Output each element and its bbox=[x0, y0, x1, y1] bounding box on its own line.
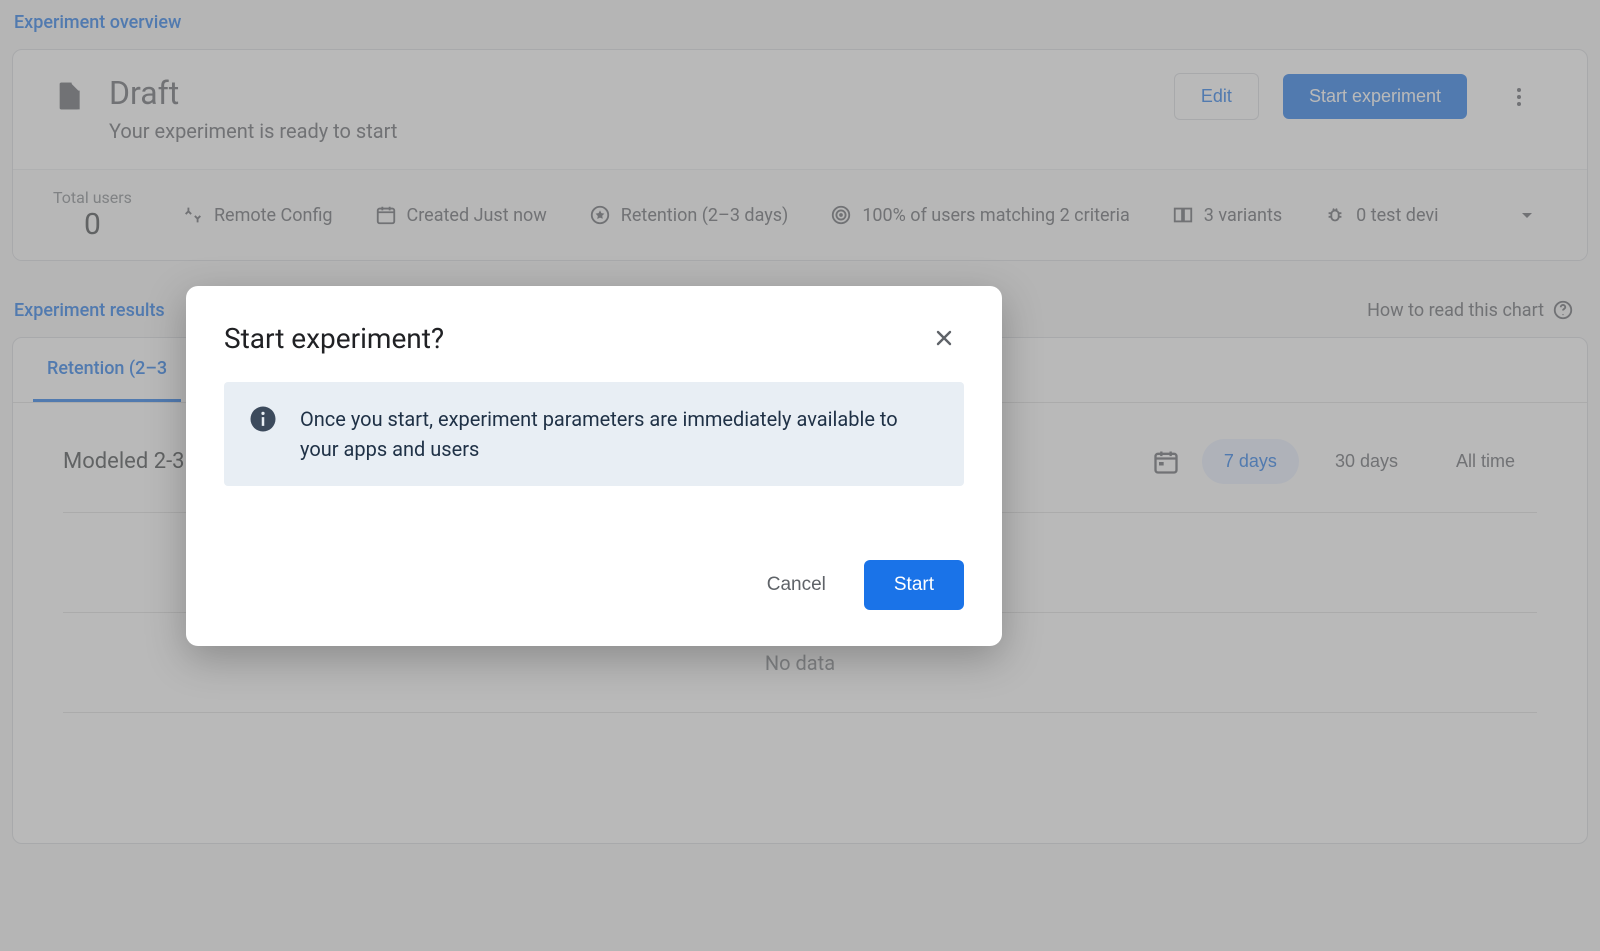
dialog-cancel-button[interactable]: Cancel bbox=[743, 562, 850, 608]
dialog-info-text: Once you start, experiment parameters ar… bbox=[300, 404, 940, 464]
dialog-title: Start experiment? bbox=[224, 322, 444, 355]
start-experiment-dialog: Start experiment? Once you start, experi… bbox=[186, 286, 1002, 646]
close-icon bbox=[932, 326, 956, 350]
info-icon bbox=[248, 404, 278, 434]
modal-scrim[interactable]: Start experiment? Once you start, experi… bbox=[0, 0, 1600, 951]
dialog-start-button[interactable]: Start bbox=[864, 560, 964, 610]
dialog-close-button[interactable] bbox=[924, 318, 964, 358]
dialog-info-box: Once you start, experiment parameters ar… bbox=[224, 382, 964, 486]
